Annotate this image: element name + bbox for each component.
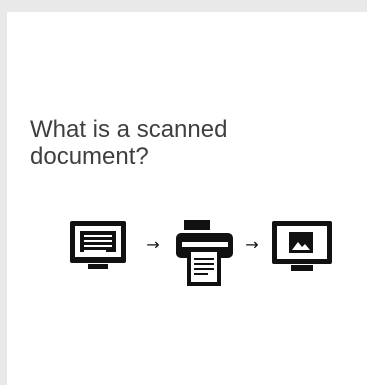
content-card: What is a scanned document? → →	[7, 12, 367, 385]
printer-scanner-icon	[176, 220, 233, 286]
scan-flow-diagram: → →	[70, 220, 332, 286]
arrow-right-icon: →	[146, 235, 159, 254]
text-document-monitor-icon	[70, 221, 126, 269]
arrow-right-icon: →	[245, 235, 258, 254]
page-title: What is a scanned document?	[30, 116, 228, 170]
image-document-monitor-icon	[272, 221, 332, 271]
